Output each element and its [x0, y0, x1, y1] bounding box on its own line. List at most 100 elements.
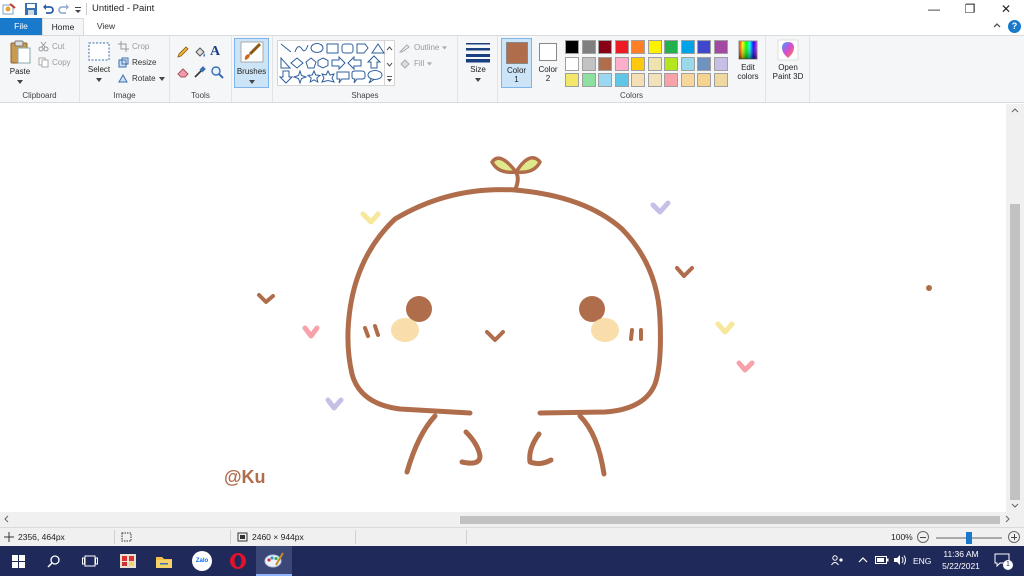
- palette-color-3-7[interactable]: [664, 73, 678, 87]
- size-button[interactable]: Size: [463, 41, 493, 89]
- scroll-up-arrow[interactable]: [1010, 106, 1020, 116]
- fill-button[interactable]: Fill: [399, 58, 433, 69]
- zoom-slider-thumb[interactable]: [966, 532, 972, 544]
- shapes-gallery-scroller[interactable]: [385, 40, 395, 86]
- close-button[interactable]: ✕: [988, 0, 1024, 18]
- undo-icon[interactable]: [41, 2, 55, 16]
- color2-button[interactable]: Color 2: [534, 38, 562, 88]
- paint-app-icon[interactable]: [2, 2, 16, 16]
- palette-color-3-2[interactable]: [581, 73, 596, 87]
- start-button[interactable]: [0, 546, 36, 576]
- palette-color-1-3[interactable]: [598, 40, 612, 54]
- taskbar-app-photos[interactable]: [110, 546, 146, 576]
- open-paint3d-button[interactable]: Open Paint 3D: [769, 39, 807, 89]
- palette-color-2-1[interactable]: [565, 56, 579, 71]
- search-button[interactable]: [36, 546, 72, 576]
- taskbar-app-file-explorer[interactable]: [146, 546, 182, 576]
- magnifier-icon[interactable]: [210, 65, 224, 81]
- copy-button[interactable]: Copy: [38, 57, 71, 68]
- edit-colors-button[interactable]: Edit colors: [731, 39, 765, 89]
- redo-icon[interactable]: [57, 2, 71, 16]
- zoom-slider[interactable]: [936, 532, 1002, 544]
- cut-button[interactable]: Cut: [38, 41, 64, 52]
- notification-center-button[interactable]: 1: [994, 553, 1013, 570]
- input-language[interactable]: ENG: [913, 556, 931, 566]
- palette-color-3-9[interactable]: [697, 73, 711, 87]
- image-size: 2460 × 944px: [237, 532, 304, 542]
- save-icon[interactable]: [24, 2, 38, 16]
- paste-button[interactable]: Paste: [6, 39, 34, 87]
- horizontal-scroll-thumb[interactable]: [460, 516, 1000, 524]
- taskbar-app-zalo[interactable]: Zalo: [184, 546, 220, 576]
- color-picker-icon[interactable]: [193, 65, 207, 81]
- people-icon[interactable]: [831, 554, 844, 569]
- palette-color-3-4[interactable]: [614, 73, 629, 87]
- palette-color-2-2[interactable]: [581, 56, 596, 71]
- palette-color-1-10[interactable]: [713, 40, 728, 54]
- text-tool-icon[interactable]: A: [210, 44, 220, 60]
- palette-color-1-2[interactable]: [581, 40, 596, 54]
- drawing-canvas[interactable]: @Ku: [0, 104, 1006, 512]
- palette-color-3-8[interactable]: [680, 73, 695, 87]
- collapse-ribbon-icon[interactable]: [992, 21, 1002, 31]
- palette-color-2-8[interactable]: [680, 56, 695, 71]
- palette-color-1-1[interactable]: [565, 40, 579, 54]
- maximize-button[interactable]: ❐: [952, 0, 988, 18]
- zoom-out-button[interactable]: [917, 531, 929, 543]
- paint3d-label-line2: Paint 3D: [772, 72, 804, 81]
- left-leg-outer: [404, 413, 438, 475]
- resize-button[interactable]: Resize: [118, 57, 156, 68]
- clock[interactable]: 11:36 AM 5/22/2021: [941, 549, 981, 571]
- palette-color-1-5[interactable]: [631, 40, 645, 54]
- palette-color-2-10[interactable]: [713, 56, 728, 71]
- battery-icon[interactable]: [875, 555, 889, 567]
- palette-color-3-6[interactable]: [647, 73, 662, 87]
- palette-color-2-3[interactable]: [598, 56, 612, 71]
- vertical-scrollbar[interactable]: [1006, 104, 1024, 512]
- crop-button[interactable]: Crop: [118, 41, 149, 52]
- scroll-down-arrow[interactable]: [1010, 500, 1020, 510]
- shapes-gallery[interactable]: [277, 40, 385, 86]
- tab-view[interactable]: View: [88, 18, 124, 35]
- palette-color-2-6[interactable]: [647, 56, 662, 71]
- heart-brown-right: [675, 266, 694, 278]
- palette-color-3-10[interactable]: [713, 73, 728, 87]
- scissors-icon: [38, 41, 49, 52]
- minimize-button[interactable]: —: [916, 0, 952, 18]
- palette-color-2-4[interactable]: [614, 56, 629, 71]
- show-hidden-icons-icon[interactable]: [858, 555, 868, 567]
- palette-color-2-9[interactable]: [697, 56, 711, 71]
- palette-color-1-6[interactable]: [647, 40, 662, 54]
- palette-color-3-3[interactable]: [598, 73, 612, 87]
- tab-file[interactable]: File: [0, 18, 42, 35]
- task-view-button[interactable]: [72, 546, 108, 576]
- taskbar-app-paint[interactable]: [256, 546, 292, 576]
- zoom-in-button[interactable]: [1008, 531, 1020, 543]
- tab-home[interactable]: Home: [42, 18, 84, 35]
- volume-icon[interactable]: [893, 554, 907, 568]
- palette-color-3-5[interactable]: [631, 73, 645, 87]
- scroll-right-arrow[interactable]: [1002, 514, 1012, 524]
- outline-button[interactable]: Outline: [399, 42, 448, 53]
- brushes-button[interactable]: Brushes: [234, 38, 269, 88]
- color1-button[interactable]: Color 1: [501, 38, 532, 88]
- rotate-button[interactable]: Rotate: [118, 73, 165, 84]
- taskbar-app-opera[interactable]: [220, 546, 256, 576]
- window-title: Untitled - Paint: [92, 3, 155, 14]
- palette-color-3-1[interactable]: [565, 73, 579, 87]
- help-button[interactable]: ?: [1008, 20, 1021, 33]
- palette-color-2-5[interactable]: [631, 56, 645, 71]
- fill-bucket-icon[interactable]: [193, 45, 207, 61]
- palette-color-1-8[interactable]: [680, 40, 695, 54]
- pencil-icon[interactable]: [176, 45, 190, 61]
- palette-color-2-7[interactable]: [664, 56, 678, 71]
- palette-color-1-9[interactable]: [697, 40, 711, 54]
- horizontal-scrollbar[interactable]: [0, 512, 1024, 527]
- scroll-left-arrow[interactable]: [2, 514, 12, 524]
- vertical-scroll-thumb[interactable]: [1010, 204, 1020, 500]
- customize-toolbar-icon[interactable]: [73, 2, 87, 16]
- palette-color-1-4[interactable]: [614, 40, 629, 54]
- select-button[interactable]: Select: [84, 41, 114, 87]
- palette-color-1-7[interactable]: [664, 40, 678, 54]
- eraser-icon[interactable]: [176, 65, 190, 81]
